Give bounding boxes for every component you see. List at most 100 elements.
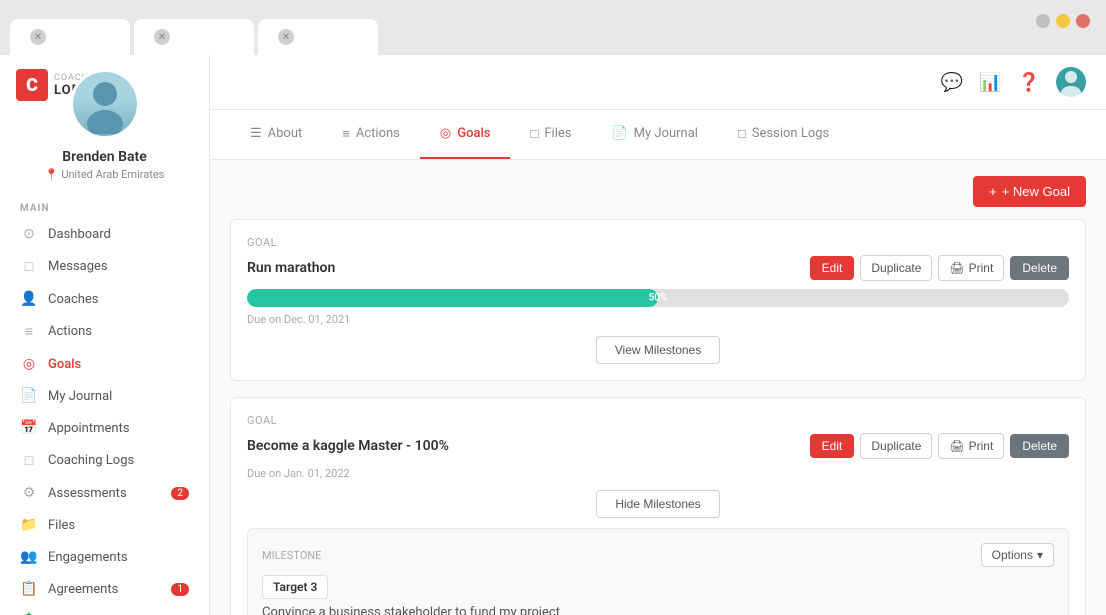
tab-close-1[interactable]: ✕ xyxy=(30,29,46,45)
milestone-header: Milestone Options ▾ xyxy=(262,543,1054,567)
sidebar-item-goals[interactable]: ◎ Goals xyxy=(0,348,209,380)
sidebar-item-invoices[interactable]: 💲 Invoices 1 xyxy=(0,605,209,615)
analytics-icon[interactable]: 📊 xyxy=(979,72,1001,93)
sidebar-item-label: Appointments xyxy=(48,421,130,436)
avatar xyxy=(70,69,140,139)
dashboard-icon: ⊙ xyxy=(20,226,38,242)
goal-2-delete-button[interactable]: Delete xyxy=(1010,434,1069,458)
print-icon: 🖨 xyxy=(949,261,964,275)
goal-2-milestones-btn-wrap: Hide Milestones xyxy=(247,490,1069,518)
browser-tab-1[interactable]: ✕ xyxy=(10,19,130,55)
goal-1-print-button[interactable]: 🖨 Print xyxy=(938,255,1004,281)
milestone-label: Milestone xyxy=(262,549,321,562)
coaching-logs-icon: □ xyxy=(20,452,38,469)
goal-1-delete-button[interactable]: Delete xyxy=(1010,256,1069,280)
my-journal-icon: 📄 xyxy=(20,388,38,404)
app-container: C COACHING LOFT Brenden Bate 📍 xyxy=(0,55,1106,615)
new-goal-label: + New Goal xyxy=(1002,184,1070,199)
goal-1-label: Goal xyxy=(247,236,1069,249)
tab-session-logs[interactable]: □ Session Logs xyxy=(718,110,849,159)
tab-my-journal[interactable]: 📄 My Journal xyxy=(591,110,717,159)
top-bar: 💬 📊 ❓ xyxy=(210,55,1106,110)
location-icon: 📍 xyxy=(45,168,59,181)
tabs-bar: ☰ About ≡ Actions ◎ Goals □ Files 📄 My J… xyxy=(210,110,1106,160)
goal-1-title-row: Run marathon Edit Duplicate 🖨 Print Dele… xyxy=(247,255,1069,281)
logo-icon: C xyxy=(16,69,48,101)
sidebar-item-agreements[interactable]: 📋 Agreements 1 xyxy=(0,573,209,605)
goal-1-edit-button[interactable]: Edit xyxy=(810,256,855,280)
sidebar-item-appointments[interactable]: 📅 Appointments xyxy=(0,412,209,444)
files-tab-label: Files xyxy=(544,126,571,141)
goal-2-label: Goal xyxy=(247,414,1069,427)
tab-about[interactable]: ☰ About xyxy=(230,110,322,159)
actions-tab-label: Actions xyxy=(356,126,400,141)
sidebar-item-label: My Journal xyxy=(48,389,112,404)
help-icon[interactable]: ❓ xyxy=(1018,72,1040,93)
sidebar: C COACHING LOFT Brenden Bate 📍 xyxy=(0,55,210,615)
sidebar-item-coaches[interactable]: 👤 Coaches xyxy=(0,283,209,315)
sidebar-item-actions[interactable]: ≡ Actions xyxy=(0,315,209,348)
wc-maximize[interactable] xyxy=(1056,14,1070,28)
goal-2-print-button[interactable]: 🖨 Print xyxy=(938,433,1004,459)
sidebar-item-files[interactable]: 📁 Files xyxy=(0,509,209,541)
new-goal-plus-icon: + xyxy=(989,184,997,199)
tab-close-2[interactable]: ✕ xyxy=(154,29,170,45)
goal-2-duplicate-button[interactable]: Duplicate xyxy=(860,433,932,459)
goal-1-progress-bar: 50% xyxy=(247,289,1069,307)
agreements-icon: 📋 xyxy=(20,581,38,597)
goal-2-title-row: Become a kaggle Master - 100% Edit Dupli… xyxy=(247,433,1069,459)
chevron-down-icon: ▾ xyxy=(1037,548,1043,562)
sidebar-item-label: Coaches xyxy=(48,292,99,307)
milestone-title: Target 3 xyxy=(262,575,328,599)
user-name: Brenden Bate xyxy=(0,149,209,165)
goals-tab-label: Goals xyxy=(457,126,490,141)
chat-icon[interactable]: 💬 xyxy=(941,72,963,93)
sidebar-item-coaching-logs[interactable]: □ Coaching Logs xyxy=(0,444,209,477)
about-tab-icon: ☰ xyxy=(250,126,262,141)
goal-2-edit-button[interactable]: Edit xyxy=(810,434,855,458)
wc-close[interactable] xyxy=(1076,14,1090,28)
tab-actions[interactable]: ≡ Actions xyxy=(322,110,420,159)
goal-2-actions: Edit Duplicate 🖨 Print Delete xyxy=(810,433,1069,459)
browser-tab-2[interactable]: ✕ xyxy=(134,19,254,55)
messages-icon: □ xyxy=(20,258,38,275)
actions-icon: ≡ xyxy=(20,323,38,340)
journal-tab-label: My Journal xyxy=(634,126,698,141)
sidebar-item-label: Coaching Logs xyxy=(48,453,134,468)
appointments-icon: 📅 xyxy=(20,420,38,436)
browser-tab-3[interactable]: ✕ xyxy=(258,19,378,55)
sidebar-item-dashboard[interactable]: ⊙ Dashboard xyxy=(0,218,209,250)
goal-2-hide-milestones-button[interactable]: Hide Milestones xyxy=(596,490,719,518)
browser-chrome: ✕ ✕ ✕ xyxy=(0,0,1106,55)
sidebar-item-assessments[interactable]: ⚙ Assessments 2 xyxy=(0,477,209,509)
goal-1-due-date: Due on Dec. 01, 2021 xyxy=(247,313,1069,326)
goal-1-duplicate-button[interactable]: Duplicate xyxy=(860,255,932,281)
window-controls xyxy=(1036,14,1090,28)
assessments-badge: 2 xyxy=(171,487,189,500)
tab-goals[interactable]: ◎ Goals xyxy=(420,110,511,159)
sidebar-item-engagements[interactable]: 👥 Engagements xyxy=(0,541,209,573)
new-goal-button[interactable]: + + New Goal xyxy=(973,176,1086,207)
sidebar-item-my-journal[interactable]: 📄 My Journal xyxy=(0,380,209,412)
goals-icon: ◎ xyxy=(20,356,38,372)
sidebar-item-label: Agreements xyxy=(48,582,118,597)
wc-minimize[interactable] xyxy=(1036,14,1050,28)
milestone-description: Convince a business stakeholder to fund … xyxy=(262,605,1054,615)
session-logs-tab-icon: □ xyxy=(738,126,746,142)
tab-files[interactable]: □ Files xyxy=(510,110,591,159)
user-avatar-topbar[interactable] xyxy=(1056,67,1086,97)
files-icon: 📁 xyxy=(20,517,38,533)
goal-1-milestones-btn-wrap: View Milestones xyxy=(247,336,1069,364)
goal-2-due-date: Due on Jan. 01, 2022 xyxy=(247,467,1069,480)
goal-1-view-milestones-button[interactable]: View Milestones xyxy=(596,336,720,364)
sidebar-section-label: MAIN xyxy=(0,193,209,218)
milestone-options-button[interactable]: Options ▾ xyxy=(981,543,1054,567)
sidebar-item-label: Files xyxy=(48,518,75,533)
goal-2-title-text: Become a kaggle Master - 100% xyxy=(247,438,449,454)
agreements-badge: 1 xyxy=(171,583,189,596)
sidebar-item-messages[interactable]: □ Messages xyxy=(0,250,209,283)
goal-card-2: Goal Become a kaggle Master - 100% Edit … xyxy=(230,397,1086,615)
journal-tab-icon: 📄 xyxy=(611,126,627,141)
goal-1-progress-label: 50% xyxy=(649,293,668,304)
tab-close-3[interactable]: ✕ xyxy=(278,29,294,45)
